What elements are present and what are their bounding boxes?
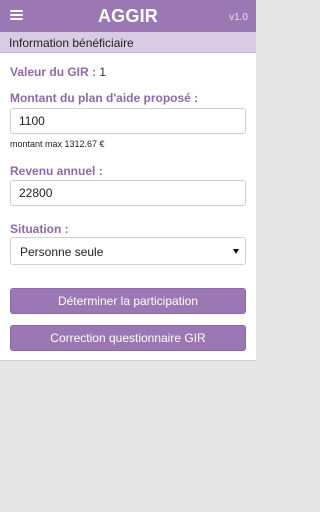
- gir-value: 1: [99, 65, 107, 79]
- gir-line: Valeur du GIR : 1: [10, 65, 106, 79]
- annual-revenue-input[interactable]: [10, 180, 246, 206]
- section-header: Information bénéficiaire: [0, 32, 256, 53]
- app-title: AGGIR: [97, 6, 158, 26]
- plan-amount-label: Montant du plan d'aide proposé :: [10, 91, 199, 105]
- determine-participation-button[interactable]: Déterminer la participation: [10, 288, 246, 314]
- situation-select[interactable]: Personne seule: [10, 237, 246, 265]
- app-screen: AGGIR v1.0 Information bénéficiaire Vale…: [0, 0, 256, 512]
- form-panel: Valeur du GIR : 1 Montant du plan d'aide…: [0, 53, 256, 361]
- section-title: Information bénéficiaire: [9, 36, 134, 50]
- gir-questionnaire-correction-button[interactable]: Correction questionnaire GIR: [10, 325, 246, 351]
- situation-label: Situation :: [10, 222, 69, 236]
- plan-amount-input[interactable]: [10, 108, 246, 134]
- annual-revenue-label: Revenu annuel :: [10, 164, 103, 178]
- chevron-down-icon: [233, 249, 239, 254]
- app-header: AGGIR v1.0: [0, 0, 256, 32]
- plan-max-hint: montant max 1312.67 €: [10, 139, 105, 149]
- version-label: v1.0: [229, 12, 248, 23]
- gir-label: Valeur du GIR :: [10, 65, 97, 79]
- situation-selected-value: Personne seule: [20, 245, 104, 259]
